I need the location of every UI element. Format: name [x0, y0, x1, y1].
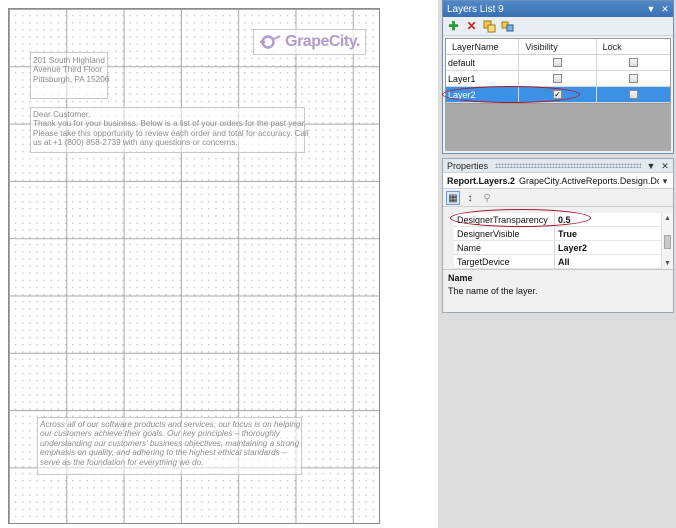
layers-toolbar: ✚ ✕ — [443, 17, 673, 36]
property-row[interactable]: DesignerVisible True — [443, 227, 673, 241]
row-gutter — [443, 227, 454, 241]
layer-name-cell: Layer1 — [446, 71, 520, 86]
lock-cell — [597, 55, 670, 70]
properties-titlebar[interactable]: Properties ▼ ✕ — [443, 159, 673, 173]
plus-icon[interactable]: ✚ — [446, 19, 461, 34]
dropdown-arrow-icon[interactable]: ▼ — [645, 2, 657, 16]
lock-cell — [597, 71, 670, 86]
logo-picture[interactable]: GrapeCity. — [253, 29, 366, 55]
description-text: The name of the layer. — [448, 286, 538, 296]
alphabetical-icon[interactable]: ↕ — [463, 191, 477, 205]
column-header-lock[interactable]: Lock — [597, 39, 670, 54]
column-header-layername[interactable]: LayerName — [446, 39, 520, 54]
object-type: GrapeCity.ActiveReports.Design.DdrD — [519, 175, 659, 186]
layer-name-cell: default — [446, 55, 520, 70]
letter-line: us at +1 (800) 858-2739 with any questio… — [33, 138, 238, 148]
property-pages-icon[interactable]: ⚲ — [480, 191, 494, 205]
footer-line: emphasis on quality, and adhering to the… — [40, 448, 287, 458]
layers-grid-header: LayerName Visibility Lock — [446, 39, 670, 55]
letter-line: Dear Customer, — [33, 110, 91, 119]
lock-checkbox[interactable] — [628, 90, 638, 99]
grape-logo-icon — [260, 35, 281, 49]
chevron-down-icon[interactable]: ▾ — [659, 174, 671, 188]
visibility-checkbox[interactable] — [553, 58, 563, 67]
property-name: Name — [454, 241, 555, 255]
highlight-ellipse-transparency — [450, 209, 591, 227]
footer-line: serve as the foundation for everything w… — [40, 457, 204, 467]
properties-toolbar: ▦ ↕ ⚲ — [443, 189, 673, 207]
drag-grip[interactable] — [495, 163, 641, 168]
address-line: Avenue Third Floor — [33, 65, 103, 75]
property-description: Name The name of the layer. — [443, 269, 673, 312]
close-icon[interactable]: ✕ — [659, 159, 671, 173]
properties-panel: Properties ▼ ✕ Report.Layers.2 GrapeCity… — [442, 158, 674, 313]
object-selector-dropdown[interactable]: Report.Layers.2 GrapeCity.ActiveReports.… — [443, 173, 673, 189]
delete-x-icon[interactable]: ✕ — [464, 19, 479, 34]
letter-line: Please take this opportunity to review e… — [33, 128, 309, 138]
footer-textbox[interactable]: Across all of our software products and … — [37, 417, 302, 475]
scroll-thumb[interactable] — [664, 235, 671, 249]
letter-textbox[interactable]: Dear Customer, Thank you for your busine… — [30, 107, 309, 153]
property-value[interactable]: True — [555, 227, 673, 241]
report-design-surface[interactable]: 201 South Highland Avenue Third Floor Pi… — [8, 8, 380, 524]
address-textbox[interactable]: 201 South Highland Avenue Third Floor Pi… — [30, 52, 110, 99]
letter-line: Thank you for your business. Below is a … — [33, 119, 307, 129]
property-grid-scrollbar[interactable]: ▲ ▼ — [661, 213, 673, 269]
description-title: Name — [448, 273, 473, 283]
dropdown-arrow-icon[interactable]: ▼ — [645, 159, 657, 173]
layers-list-panel: Layers List 9 ▼ ✕ ✚ ✕ LayerName Visibili… — [442, 0, 674, 154]
layers-grid-empty-area — [445, 104, 671, 151]
scroll-up-icon[interactable]: ▲ — [662, 213, 673, 224]
logo-text: GrapeCity. — [285, 33, 360, 50]
close-icon[interactable]: ✕ — [659, 2, 671, 16]
designer-window: 201 South Highland Avenue Third Floor Pi… — [0, 0, 676, 528]
layer-row-default[interactable]: default — [446, 55, 670, 71]
visibility-cell — [519, 71, 597, 86]
property-name: TargetDevice — [454, 255, 555, 269]
footer-line: Across all of our software products and … — [40, 420, 301, 429]
lock-checkbox[interactable] — [628, 58, 638, 67]
property-value[interactable]: All — [555, 255, 673, 269]
layer-row-layer1[interactable]: Layer1 — [446, 71, 670, 87]
object-name: Report.Layers.2 — [447, 175, 516, 186]
property-name: DesignerVisible — [454, 227, 555, 241]
property-value[interactable]: Layer2 — [555, 241, 673, 255]
address-line: 201 South Highland — [33, 56, 105, 65]
row-gutter — [443, 255, 454, 269]
address-line: Pittsburgh, PA 15206 — [33, 74, 110, 84]
layers-panel-titlebar[interactable]: Layers List 9 ▼ ✕ — [443, 1, 673, 17]
properties-title: Properties — [447, 160, 489, 171]
lock-cell — [597, 87, 670, 102]
categorized-icon[interactable]: ▦ — [446, 190, 460, 205]
layers-panel-title: Layers List 9 — [447, 3, 504, 15]
row-gutter — [443, 241, 454, 255]
column-header-visibility[interactable]: Visibility — [519, 39, 597, 54]
merge-layer-icon[interactable] — [500, 19, 515, 34]
copy-layer-icon[interactable] — [482, 19, 497, 34]
visibility-checkbox[interactable] — [553, 74, 563, 83]
footer-line: understanding our customers' business ob… — [40, 438, 300, 448]
lock-checkbox[interactable] — [628, 74, 638, 83]
visibility-cell — [519, 55, 597, 70]
property-row[interactable]: Name Layer2 — [443, 241, 673, 255]
property-row[interactable]: TargetDevice All — [443, 255, 673, 269]
highlight-ellipse-layer2 — [442, 86, 580, 103]
footer-line: our customers achieve their goals. Our k… — [40, 429, 280, 439]
scroll-down-icon[interactable]: ▼ — [662, 258, 673, 269]
